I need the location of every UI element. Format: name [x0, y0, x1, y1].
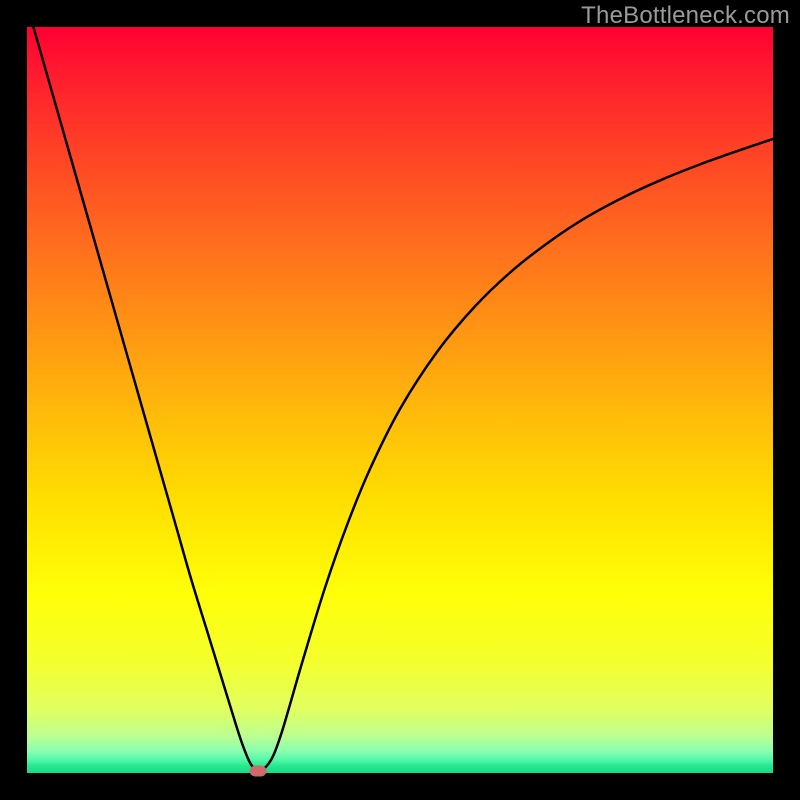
watermark-text: TheBottleneck.com — [581, 2, 790, 30]
bottleneck-curve — [27, 27, 773, 773]
optimum-marker — [250, 765, 267, 776]
chart-frame: TheBottleneck.com — [0, 0, 800, 800]
